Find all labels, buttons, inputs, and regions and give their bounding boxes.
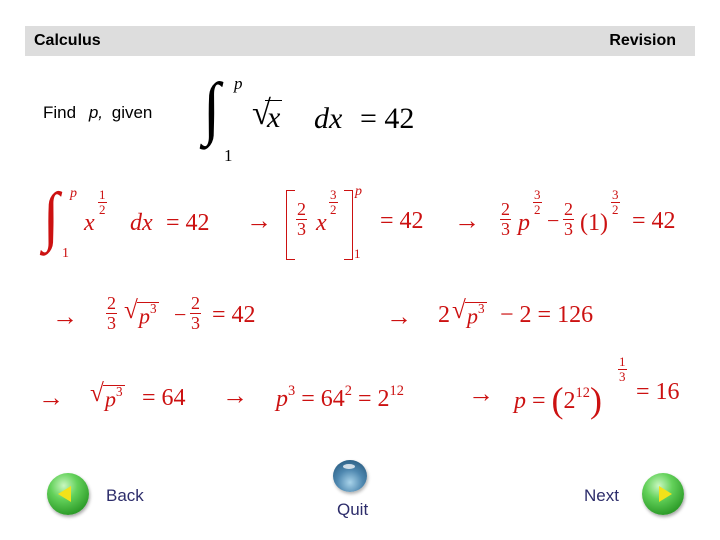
next-label[interactable]: Next [584, 486, 619, 506]
minus-sign: − [174, 302, 187, 327]
result-16: = 16 [636, 379, 680, 405]
p-cubed-equation: p3 = 642 = 212 [276, 383, 404, 412]
integral-sign-icon: ∫ [42, 180, 60, 253]
arrow-icon: → [38, 383, 64, 412]
eval-upper-limit: p [355, 184, 362, 199]
arrow-icon: → [468, 379, 494, 408]
differential: dx [130, 210, 153, 236]
subject-title: Calculus [34, 32, 101, 49]
section-title: Revision [609, 32, 676, 49]
eval-lower-limit: 1 [354, 246, 361, 261]
constant-fraction: 23 [190, 293, 201, 333]
next-arrow-icon [659, 486, 672, 502]
equals-42: = 42 [212, 302, 256, 328]
solution-equation: p = (212) [514, 380, 602, 420]
integrand-sqrt: √ x [252, 94, 283, 134]
question-suffix: given [111, 103, 153, 122]
coefficient-fraction: 23 [106, 293, 117, 333]
left-bracket [286, 190, 295, 260]
outer-exponent: 13 [618, 354, 627, 385]
right-bracket [344, 190, 353, 260]
arrow-icon: → [246, 206, 272, 235]
next-button[interactable] [642, 473, 684, 515]
term1-base: p [518, 210, 530, 236]
back-arrow-icon [58, 486, 71, 502]
term2-exponent: 32 [611, 187, 620, 218]
integral-equals: = 42 [360, 102, 415, 135]
quit-label[interactable]: Quit [337, 500, 368, 520]
radical-p-cubed: √ p3 [452, 296, 487, 329]
step-row-3: → √ p3 = 64 → p3 = 642 = 212 → p = (212) … [30, 354, 720, 420]
coefficient-fraction: 23 [296, 199, 307, 239]
equals-42: = 42 [632, 208, 676, 234]
coefficient-2: 2 [438, 302, 450, 328]
term2-base: (1) [580, 210, 608, 236]
arrow-icon: → [454, 206, 480, 235]
integral-lower-limit: 1 [62, 246, 69, 261]
integral-sign-icon: ∫ [202, 70, 221, 147]
arrow-icon: → [52, 302, 78, 331]
term2-coefficient: 23 [563, 199, 574, 239]
minus-sign: − [547, 208, 560, 233]
radical-p-cubed: √ p3 [90, 379, 125, 412]
antiderivative-exponent: 32 [329, 187, 338, 218]
arrow-icon: → [386, 302, 412, 331]
term1-coefficient: 23 [500, 199, 511, 239]
radical-p-cubed: √ p3 [124, 296, 159, 329]
equals-42: = 42 [380, 208, 424, 234]
arrow-icon: → [222, 381, 248, 410]
integral-lower-limit: 1 [224, 146, 233, 165]
integral-upper-limit: p [70, 186, 77, 201]
step-row-1: ∫ p 1 x 12 dx = 42 → 23 x 32 p 1 = 42 → … [40, 182, 720, 267]
back-button[interactable] [47, 473, 89, 515]
equals-126: − 2 = 126 [500, 302, 594, 328]
antiderivative-base: x [316, 210, 327, 236]
quit-button[interactable] [333, 460, 367, 492]
integral-upper-limit: p [234, 74, 243, 93]
equals-42: = 42 [166, 210, 210, 236]
header-bar: Calculus Revision [25, 26, 695, 56]
back-label[interactable]: Back [106, 486, 144, 506]
question-text: Find p, given [43, 103, 152, 123]
question-variable: p, [88, 103, 103, 122]
step-row-2: → 23 √ p3 − 23 = 42 → 2 √ p3 − 2 = 126 [40, 288, 720, 348]
term1-exponent: 32 [533, 187, 542, 218]
equals-64: = 64 [142, 385, 186, 411]
question-integral: ∫ p 1 √ x dx = 42 [200, 70, 440, 170]
integrand-exponent: 12 [98, 187, 107, 218]
differential: dx [314, 102, 343, 135]
integrand-base: x [84, 210, 95, 236]
question-prefix: Find [43, 103, 77, 122]
